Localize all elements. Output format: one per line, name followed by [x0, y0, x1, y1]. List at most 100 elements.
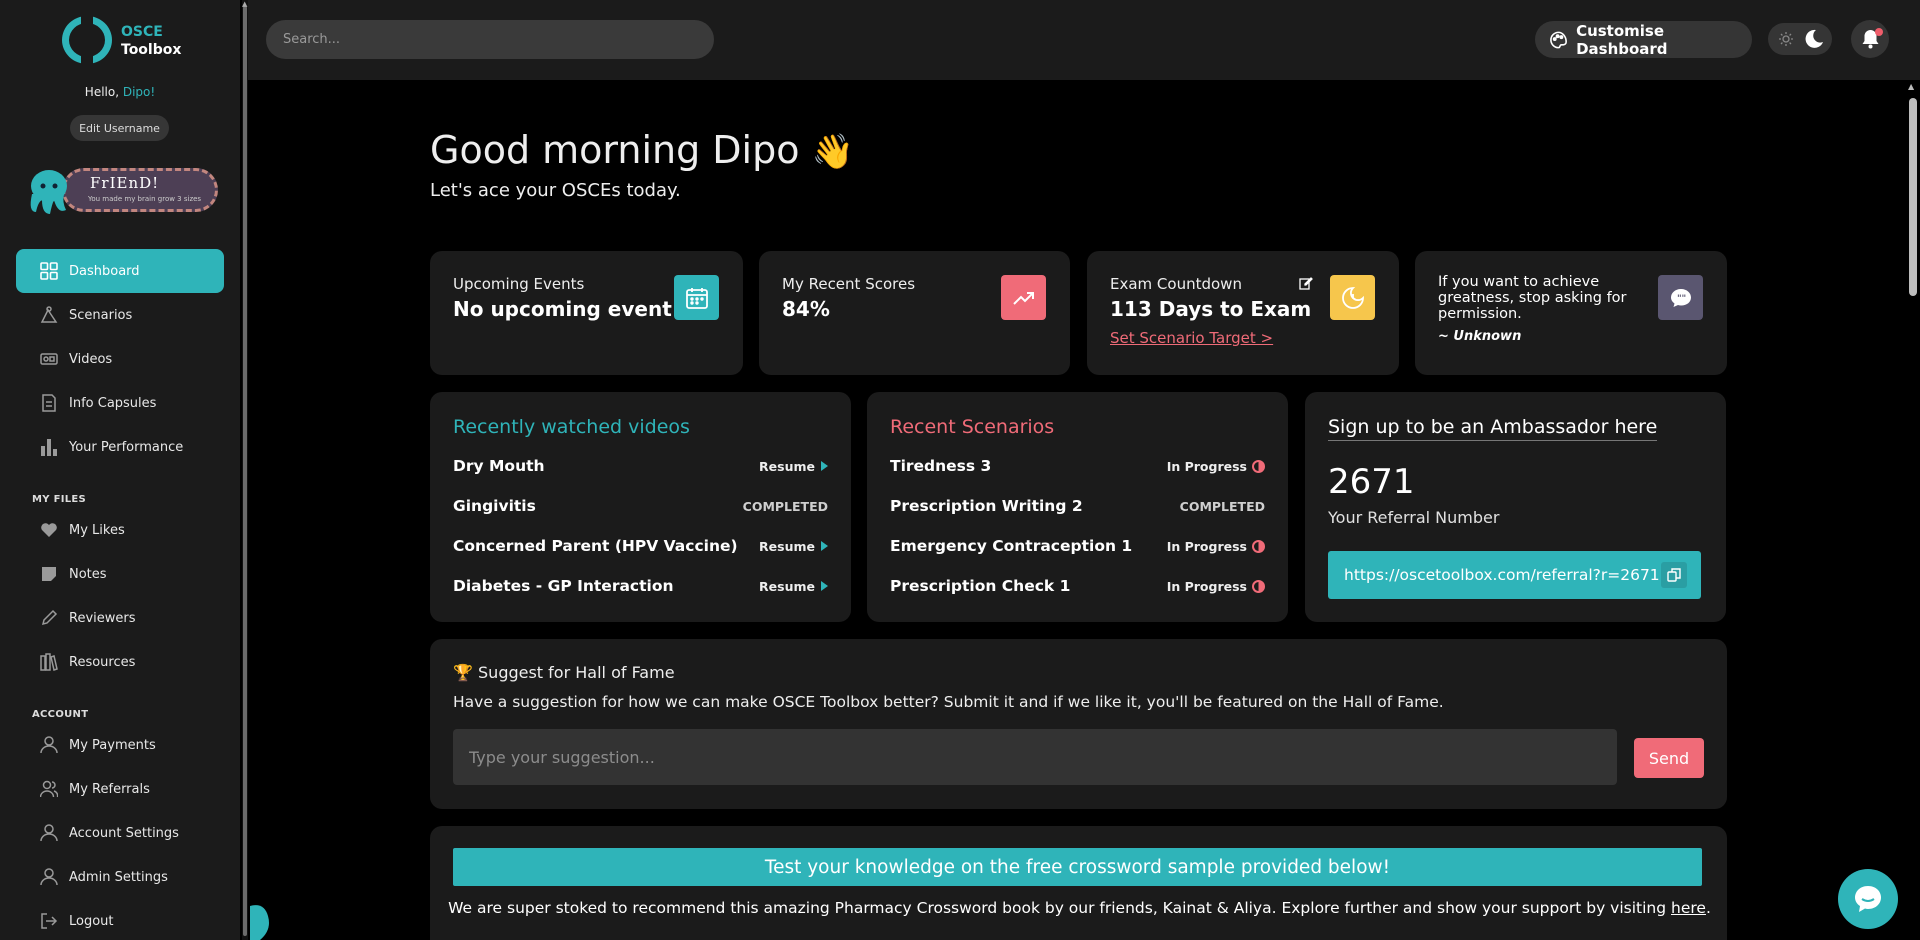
- progress-pie-icon: [1252, 539, 1265, 553]
- chat-bubble-icon: [1855, 886, 1881, 912]
- customise-dashboard-button[interactable]: Customise Dashboard: [1535, 21, 1752, 58]
- quote-text: If you want to achieve greatness, stop a…: [1438, 274, 1627, 322]
- chat-button[interactable]: [1838, 869, 1898, 929]
- suggestion-input[interactable]: [453, 729, 1617, 785]
- palette-icon: [1550, 31, 1567, 48]
- main-scrollbar-thumb[interactable]: [1909, 98, 1917, 296]
- section-label-account: ACCOUNT: [32, 709, 89, 720]
- card-label: My Recent Scores: [782, 275, 916, 293]
- trending-up-icon: [1001, 275, 1046, 320]
- quote-author: ~ Unknown: [1438, 329, 1522, 344]
- mascot-peek-icon: [250, 905, 269, 940]
- resume-button[interactable]: Resume: [759, 579, 828, 594]
- sidebar-item-label: Dashboard: [69, 263, 140, 279]
- crossword-here-link[interactable]: here: [1671, 899, 1706, 917]
- sidebar-item-label: Logout: [69, 913, 114, 929]
- logo[interactable]: OSCE Toolbox: [62, 12, 192, 68]
- card-label: Exam Countdown: [1110, 275, 1242, 293]
- sidebar-scrollbar-thumb[interactable]: [243, 6, 247, 936]
- crossword-banner: Test your knowledge on the free crosswor…: [453, 848, 1702, 886]
- sidebar-item-label: Videos: [69, 351, 113, 367]
- sidebar-item-videos[interactable]: Videos: [16, 337, 224, 381]
- sidebar-item-admin-settings[interactable]: Admin Settings: [16, 855, 224, 899]
- list-item[interactable]: Gingivitis COMPLETED: [453, 495, 828, 517]
- set-scenario-target-link[interactable]: Set Scenario Target >: [1110, 329, 1273, 347]
- list-item[interactable]: Emergency Contraception 1 In Progress: [890, 535, 1265, 557]
- scenario-name: Tiredness 3: [890, 457, 992, 475]
- sidebar-item-reviewers[interactable]: Reviewers: [16, 596, 224, 640]
- play-icon: [821, 541, 828, 551]
- resume-button[interactable]: Resume: [759, 459, 828, 474]
- theme-toggle[interactable]: [1768, 23, 1832, 55]
- logout-icon: [41, 913, 58, 929]
- scroll-up-arrow-icon[interactable]: ▲: [242, 0, 247, 8]
- sidebar-item-scenarios[interactable]: Scenarios: [16, 293, 224, 337]
- upcoming-events-card[interactable]: Upcoming Events No upcoming event: [430, 251, 743, 375]
- octopus-mascot-icon: [30, 170, 67, 214]
- hall-of-fame-title: 🏆 Suggest for Hall of Fame: [453, 663, 675, 682]
- copy-button[interactable]: [1661, 562, 1687, 588]
- topbar: Customise Dashboard: [248, 0, 1920, 80]
- scenario-name: Prescription Check 1: [890, 577, 1071, 595]
- ambassador-card: Sign up to be an Ambassador here 2671 Yo…: [1305, 392, 1726, 622]
- main-scroll-up-arrow-icon[interactable]: ▲: [1908, 82, 1914, 91]
- video-name: Concerned Parent (HPV Vaccine): [453, 537, 738, 555]
- badge-subtitle: You made my brain grow 3 sizes: [88, 195, 202, 203]
- card-label: Upcoming Events: [453, 275, 585, 293]
- list-item[interactable]: Dry Mouth Resume: [453, 455, 828, 477]
- sidebar-item-account-settings[interactable]: Account Settings: [16, 811, 224, 855]
- send-button[interactable]: Send: [1634, 738, 1704, 778]
- scenario-name: Prescription Writing 2: [890, 497, 1083, 515]
- search-input[interactable]: [266, 20, 714, 59]
- scenario-icon: [40, 306, 58, 323]
- completed-status: COMPLETED: [742, 498, 828, 514]
- sidebar-item-logout[interactable]: Logout: [16, 899, 224, 940]
- sidebar-item-my-payments[interactable]: My Payments: [16, 723, 224, 767]
- account-nav: My Payments My Referrals Account Setting…: [16, 723, 224, 940]
- moon-icon: [1805, 29, 1823, 48]
- edit-icon[interactable]: [1299, 276, 1313, 290]
- customise-dashboard-label: Customise Dashboard: [1576, 21, 1668, 58]
- resume-button[interactable]: Resume: [759, 539, 828, 554]
- hall-of-fame-description: Have a suggestion for how we can make OS…: [453, 693, 1444, 711]
- list-item[interactable]: Concerned Parent (HPV Vaccine) Resume: [453, 535, 828, 557]
- sidebar-item-info-capsules[interactable]: Info Capsules: [16, 381, 224, 425]
- scenario-name: Emergency Contraception 1: [890, 537, 1133, 555]
- card-title: Recently watched videos: [453, 416, 690, 438]
- in-progress-status: In Progress: [1167, 459, 1265, 474]
- list-item[interactable]: Prescription Writing 2 COMPLETED: [890, 495, 1265, 517]
- list-item[interactable]: Tiredness 3 In Progress: [890, 455, 1265, 477]
- referral-url-field[interactable]: https://oscetoolbox.com/referral?r=2671: [1328, 551, 1701, 599]
- waving-hand-icon: 👋: [811, 132, 854, 172]
- bar-chart-icon: [41, 439, 57, 456]
- main-nav: Dashboard Scenarios Videos Info Capsules…: [16, 249, 224, 469]
- sidebar-item-label: Resources: [69, 654, 136, 670]
- sidebar-item-resources[interactable]: Resources: [16, 640, 224, 684]
- list-item[interactable]: Prescription Check 1 In Progress: [890, 575, 1265, 597]
- app-root: OSCE Toolbox Hello, Dipo! Edit Username …: [0, 0, 1920, 940]
- notifications-button[interactable]: [1851, 20, 1889, 58]
- list-item[interactable]: Diabetes - GP Interaction Resume: [453, 575, 828, 597]
- trophy-icon: 🏆: [453, 663, 473, 682]
- edit-username-button[interactable]: Edit Username: [70, 115, 169, 141]
- sidebar-item-notes[interactable]: Notes: [16, 552, 224, 596]
- sidebar-item-my-referrals[interactable]: My Referrals: [16, 767, 224, 811]
- books-icon: [40, 653, 58, 671]
- sidebar-item-label: Info Capsules: [69, 395, 157, 411]
- section-label-my-files: MY FILES: [32, 494, 87, 505]
- sidebar-item-my-likes[interactable]: My Likes: [16, 508, 224, 552]
- sidebar-item-dashboard[interactable]: Dashboard: [16, 249, 224, 293]
- sidebar-item-label: My Referrals: [69, 781, 150, 797]
- exam-countdown-card: Exam Countdown 113 Days to Exam Set Scen…: [1087, 251, 1399, 375]
- grid-icon: [40, 262, 58, 280]
- recent-scenarios-card: Recent Scenarios Tiredness 3 In Progress…: [867, 392, 1288, 622]
- sidebar-item-your-performance[interactable]: Your Performance: [16, 425, 224, 469]
- ambassador-signup-link[interactable]: Sign up to be an Ambassador here: [1328, 416, 1658, 441]
- hello-text: Hello, Dipo!: [84, 85, 156, 99]
- recent-scores-card[interactable]: My Recent Scores 84%: [759, 251, 1070, 375]
- card-value: No upcoming event: [453, 297, 672, 321]
- quote-bubble-icon: " ": [1658, 275, 1703, 320]
- quote-card: If you want to achieve greatness, stop a…: [1415, 251, 1727, 375]
- calendar-icon: [674, 275, 719, 320]
- hall-of-fame-card: 🏆 Suggest for Hall of Fame Have a sugges…: [430, 639, 1727, 809]
